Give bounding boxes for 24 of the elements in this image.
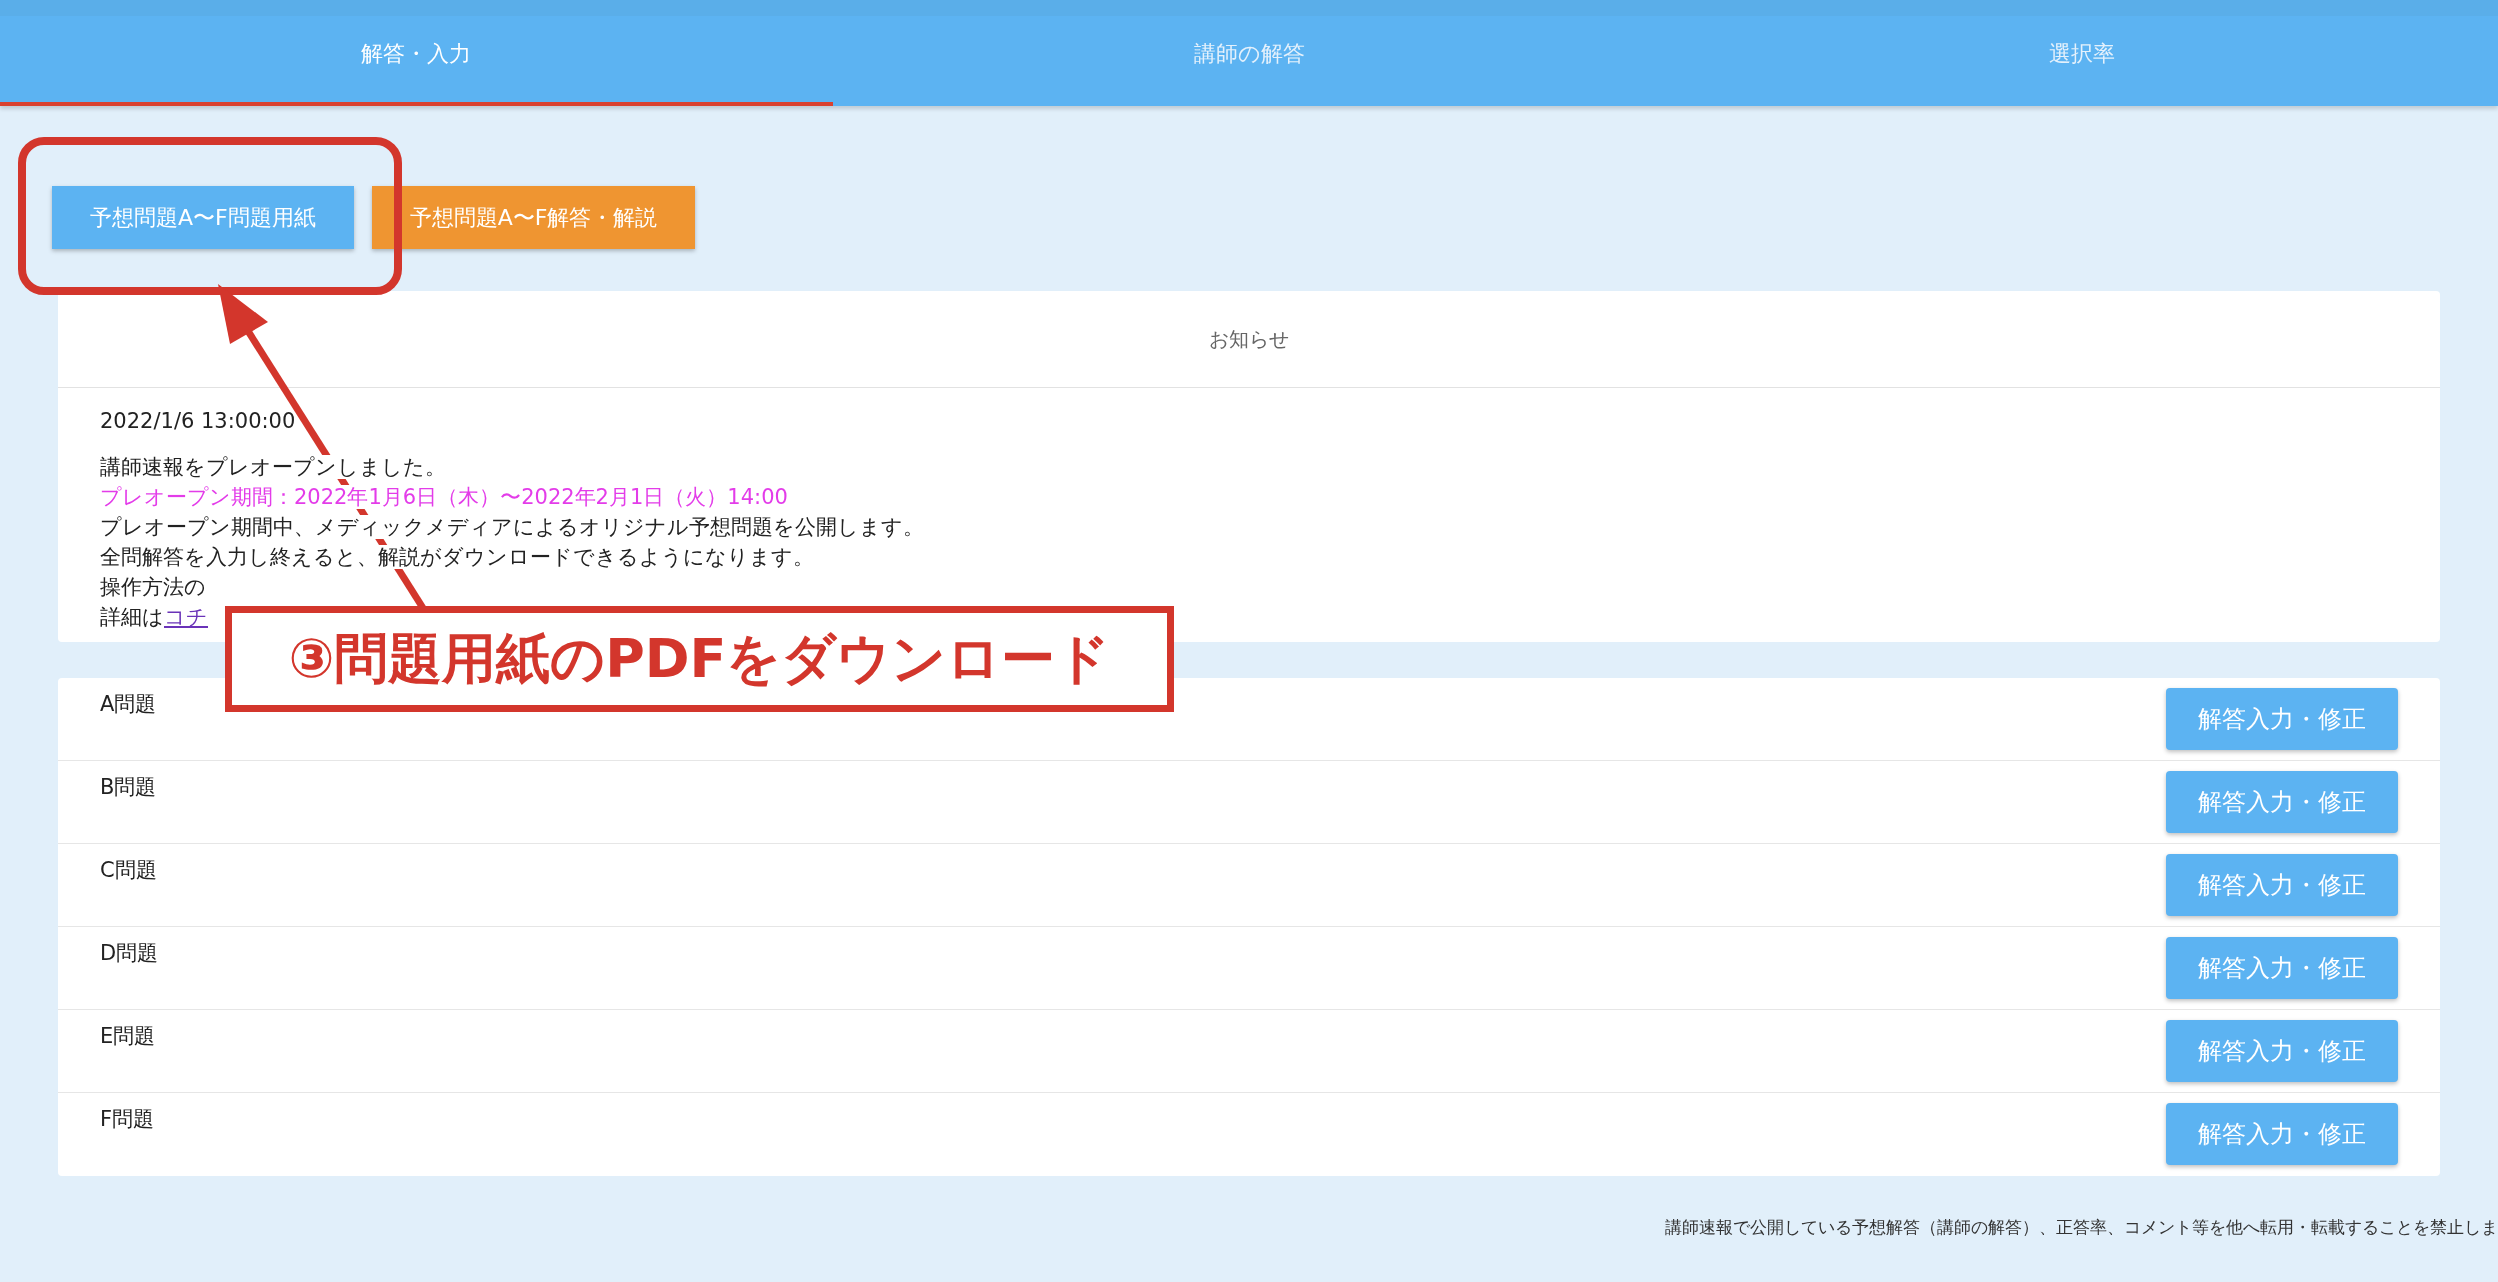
notice-date: 2022/1/6 13:00:00 bbox=[100, 408, 297, 435]
answer-input-button[interactable]: 解答入力・修正 bbox=[2166, 1103, 2398, 1165]
notice-text: プレオープン期間：2022年1月6日（木）〜2022年2月1日（火）14:00 bbox=[100, 485, 788, 509]
tab[interactable]: 講師の解答 bbox=[832, 16, 1666, 106]
answer-input-button[interactable]: 解答入力・修正 bbox=[2166, 854, 2398, 916]
notice-text: 詳細は bbox=[100, 605, 164, 629]
answer-input-button[interactable]: 解答入力・修正 bbox=[2166, 688, 2398, 750]
answer-input-button[interactable]: 解答入力・修正 bbox=[2166, 1020, 2398, 1082]
problem-name: B問題 bbox=[100, 774, 157, 801]
annotation-callout: ③問題用紙のPDFをダウンロード bbox=[225, 606, 1174, 712]
notice-text: 操作方法の bbox=[100, 575, 206, 599]
download-button[interactable]: 予想問題A〜F問題用紙 bbox=[52, 186, 354, 249]
answer-input-button[interactable]: 解答入力・修正 bbox=[2166, 937, 2398, 999]
footer-note: 講師速報で公開している予想解答（講師の解答）、正答率、コメント等を他へ転用・転載することを禁止しま bbox=[1665, 1216, 2498, 1239]
problem-name: D問題 bbox=[100, 940, 159, 967]
problem-name: F問題 bbox=[100, 1106, 155, 1133]
tab[interactable]: 選択率 bbox=[1665, 16, 2498, 106]
answer-input-button[interactable]: 解答入力・修正 bbox=[2166, 771, 2398, 833]
problem-name: C問題 bbox=[100, 857, 157, 884]
problem-name: A問題 bbox=[100, 691, 157, 718]
tab[interactable]: 解答・入力 bbox=[0, 16, 833, 106]
notice-title: お知らせ bbox=[1209, 325, 1289, 353]
download-button[interactable]: 予想問題A〜F解答・解説 bbox=[371, 186, 696, 249]
problem-name: E問題 bbox=[100, 1023, 156, 1050]
